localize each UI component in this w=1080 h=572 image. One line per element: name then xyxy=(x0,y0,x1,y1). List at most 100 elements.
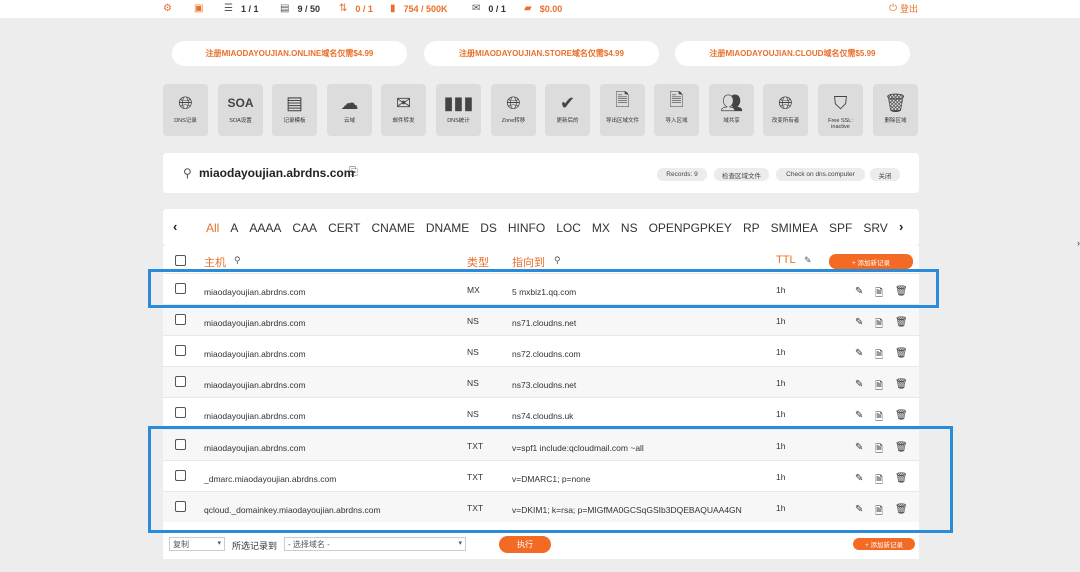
tool-domain-share[interactable]: 👥︎ 域共享 xyxy=(709,84,754,136)
header-type[interactable]: 类型 xyxy=(467,254,489,270)
row-ttl: 1h xyxy=(776,503,786,513)
edit-icon[interactable]: ✎ xyxy=(855,317,863,328)
row-checkbox[interactable] xyxy=(175,470,186,481)
delete-icon[interactable]: 🗑︎ xyxy=(895,348,908,359)
tab-mx[interactable]: MX xyxy=(592,221,610,235)
header-host[interactable]: 主机 xyxy=(204,254,226,270)
delete-icon[interactable]: 🗑︎ xyxy=(895,410,908,421)
row-checkbox[interactable] xyxy=(175,376,186,387)
add-record-button[interactable]: + 添加新记录 xyxy=(829,254,913,269)
tool-mail-forwarding[interactable]: ✉ 邮件转发 xyxy=(381,84,426,136)
delete-icon[interactable]: 🗑︎ xyxy=(895,504,908,515)
edit-icon[interactable]: ✎ xyxy=(855,442,863,453)
logout-link[interactable]: ⏻ 登出 xyxy=(889,2,918,15)
tool-dns-stats[interactable]: ▮▮▮ DNS统计 xyxy=(436,84,481,136)
globe-transfer-icon: 🌐︎ xyxy=(506,92,521,113)
delete-icon[interactable]: 🗑︎ xyxy=(895,379,908,390)
copy-select[interactable]: 复制 ▾ xyxy=(169,537,225,551)
delete-icon[interactable]: 🗑︎ xyxy=(895,286,908,297)
tab-rp[interactable]: RP xyxy=(743,221,760,235)
check-zone-file-button[interactable]: 检查区域文件 xyxy=(714,168,769,181)
tool-cloud-domain[interactable]: ☁ 云域 xyxy=(327,84,372,136)
chevron-right-icon[interactable]: › xyxy=(899,219,903,234)
tab-openpgpkey[interactable]: OPENPGPKEY xyxy=(649,221,732,235)
row-checkbox[interactable] xyxy=(175,407,186,418)
tab-dname[interactable]: DNAME xyxy=(426,221,469,235)
tool-record-templates[interactable]: ▤ 记录模板 xyxy=(272,84,317,136)
tab-aaaa[interactable]: AAAA xyxy=(249,221,281,235)
file-export-icon[interactable]: 🗎︎ xyxy=(875,379,883,396)
tool-label: 记录模板 xyxy=(283,118,306,124)
execute-button[interactable]: 执行 xyxy=(499,536,551,553)
tab-smimea[interactable]: SMIMEA xyxy=(771,221,818,235)
tab-loc[interactable]: LOC xyxy=(556,221,581,235)
tool-delete-zone[interactable]: 🗑︎ 删除区域 xyxy=(873,84,918,136)
tab-caa[interactable]: CAA xyxy=(292,221,317,235)
copy-icon[interactable]: ⎘ xyxy=(349,166,358,179)
close-button[interactable]: 关闭 xyxy=(870,168,900,181)
tool-zone-transfer[interactable]: 🌐︎ Zone转移 xyxy=(491,84,536,136)
tab-ns[interactable]: NS xyxy=(621,221,638,235)
tool-export-zone[interactable]: 🗎︎ 导出区域文件 xyxy=(600,84,645,136)
edit-icon[interactable]: ✎ xyxy=(855,348,863,359)
tool-free-ssl[interactable]: ⛉ Free SSL: inactive xyxy=(818,84,863,136)
header-points-to[interactable]: 指向到 xyxy=(512,254,545,270)
clipboard-icon[interactable]: ▣ xyxy=(194,3,203,15)
tool-dns-records[interactable]: 🌐︎ DNS记录 xyxy=(163,84,208,136)
edit-icon[interactable]: ✎ xyxy=(855,504,863,515)
tool-soa-settings[interactable]: SOA SOA设置 xyxy=(218,84,263,136)
promo-online[interactable]: 注册MIAODAYOUJIAN.ONLINE域名仅需$4.99 xyxy=(172,41,407,66)
file-export-icon[interactable]: 🗎︎ xyxy=(875,504,883,521)
chevron-down-icon: ▾ xyxy=(458,540,462,547)
tool-change-owner[interactable]: 🌐︎ 改变所有者 xyxy=(763,84,808,136)
file-export-icon[interactable]: 🗎︎ xyxy=(875,473,883,490)
row-type: MX xyxy=(467,285,480,295)
value-search-icon[interactable]: ⚲ xyxy=(554,255,561,266)
edit-icon[interactable]: ✎ xyxy=(855,286,863,297)
edit-icon[interactable]: ✎ xyxy=(855,410,863,421)
chevron-left-icon[interactable]: ‹ xyxy=(173,219,177,234)
tab-hinfo[interactable]: HINFO xyxy=(508,221,545,235)
pencil-icon[interactable]: ✎ xyxy=(804,255,812,266)
file-export-icon[interactable]: 🗎︎ xyxy=(875,317,883,334)
tab-spf[interactable]: SPF xyxy=(829,221,852,235)
tab-srv[interactable]: SRV xyxy=(863,221,887,235)
tab-all[interactable]: All xyxy=(206,221,219,235)
row-checkbox[interactable] xyxy=(175,345,186,356)
delete-icon[interactable]: 🗑︎ xyxy=(895,442,908,453)
records-count-button[interactable]: Records: 9 xyxy=(657,168,707,181)
search-icon[interactable]: ⚲ xyxy=(183,166,192,180)
tool-import-zone[interactable]: 🗎︎ 导入区域 xyxy=(654,84,699,136)
tool-label: SOA设置 xyxy=(229,118,252,124)
tab-cname[interactable]: CNAME xyxy=(372,221,415,235)
host-search-icon[interactable]: ⚲ xyxy=(234,255,241,266)
file-export-icon[interactable]: 🗎︎ xyxy=(875,348,883,365)
wallet-icon: ▰ xyxy=(524,3,532,14)
delete-icon[interactable]: 🗑︎ xyxy=(895,317,908,328)
file-export-icon[interactable]: 🗎︎ xyxy=(875,286,883,303)
promo-store[interactable]: 注册MIAODAYOUJIAN.STORE域名仅需$4.99 xyxy=(424,41,659,66)
gear-icon[interactable]: ⚙ xyxy=(163,3,172,15)
header-ttl[interactable]: TTL xyxy=(776,254,796,266)
row-checkbox[interactable] xyxy=(175,283,186,294)
delete-icon[interactable]: 🗑︎ xyxy=(895,473,908,484)
file-export-icon[interactable]: 🗎︎ xyxy=(875,442,883,459)
tab-ds[interactable]: DS xyxy=(480,221,497,235)
tab-cert[interactable]: CERT xyxy=(328,221,360,235)
edit-icon[interactable]: ✎ xyxy=(855,473,863,484)
row-checkbox[interactable] xyxy=(175,501,186,512)
file-export-icon[interactable]: 🗎︎ xyxy=(875,410,883,427)
settings-stat[interactable]: ⚙ xyxy=(163,3,180,15)
promo-cloud[interactable]: 注册MIAODAYOUJIAN.CLOUD域名仅需$5.99 xyxy=(675,41,910,66)
check-dns-computer-button[interactable]: Check on dns.computer xyxy=(776,168,865,181)
row-value: ns72.cloudns.com xyxy=(512,349,581,359)
tab-a[interactable]: A xyxy=(230,221,238,235)
add-record-button-bottom[interactable]: + 添加新记录 xyxy=(853,538,915,550)
clipboard-stat[interactable]: ▣ xyxy=(194,3,211,15)
row-checkbox[interactable] xyxy=(175,314,186,325)
edit-icon[interactable]: ✎ xyxy=(855,379,863,390)
select-all-checkbox[interactable] xyxy=(175,255,186,266)
domain-select[interactable]: - 选择域名 - ▾ xyxy=(284,537,466,551)
row-checkbox[interactable] xyxy=(175,439,186,450)
tool-updated[interactable]: ✔ 更新后的 xyxy=(545,84,590,136)
